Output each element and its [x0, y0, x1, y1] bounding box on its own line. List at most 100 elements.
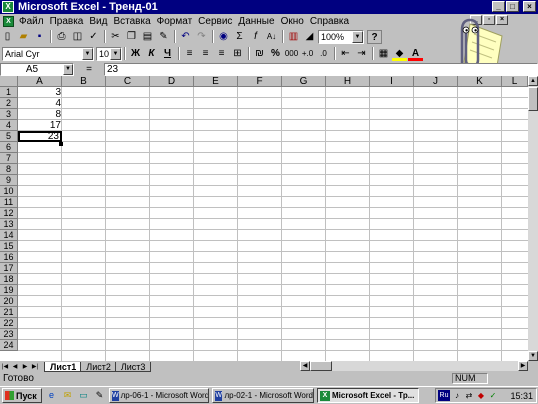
select-all-corner[interactable] [0, 76, 18, 87]
menu-insert[interactable]: Вставка [113, 16, 150, 27]
network-icon[interactable]: ⇄ [464, 391, 474, 401]
excel-app-icon[interactable]: X [2, 1, 14, 13]
sheet-tab-1[interactable]: Лист1 [44, 361, 83, 372]
menu-help[interactable]: Справка [310, 16, 349, 27]
internet-explorer-icon[interactable]: e [45, 389, 58, 402]
sheet-tab-3[interactable]: Лист3 [114, 361, 152, 372]
vertical-scroll-thumb[interactable] [528, 87, 538, 111]
underline-button[interactable]: Ч [160, 47, 175, 61]
paste-icon[interactable]: ▤ [140, 30, 155, 44]
row-header[interactable]: 4 [0, 120, 18, 131]
scroll-right-icon[interactable]: ▶ [518, 361, 528, 371]
save-icon[interactable]: ▪ [32, 30, 47, 44]
horizontal-scroll-thumb[interactable] [310, 361, 332, 371]
formula-input[interactable]: 23 [104, 62, 538, 76]
row-header[interactable]: 7 [0, 153, 18, 164]
column-header-l[interactable]: L [502, 76, 528, 87]
scroll-up-icon[interactable]: ▲ [528, 76, 538, 86]
row-header[interactable]: 16 [0, 252, 18, 263]
maximize-button[interactable]: □ [506, 1, 519, 12]
equals-sign[interactable]: = [74, 64, 104, 75]
task-word-1[interactable]: W лр-06-1 - Microsoft Word [109, 388, 209, 403]
row-header[interactable]: 10 [0, 186, 18, 197]
fill-color-icon[interactable]: ◆ [392, 47, 407, 61]
column-header-k[interactable]: K [458, 76, 502, 87]
column-header-c[interactable]: C [106, 76, 150, 87]
column-header-g[interactable]: G [282, 76, 326, 87]
row-header[interactable]: 9 [0, 175, 18, 186]
prev-sheet-icon[interactable]: ◀ [10, 362, 20, 372]
font-size-select[interactable]: 10 ▼ [96, 46, 122, 61]
vertical-scrollbar[interactable]: ▲ ▼ [528, 76, 538, 361]
task-word-2[interactable]: W лр-02-1 - Microsoft Word [212, 388, 314, 403]
title-bar[interactable]: X Microsoft Excel - Тренд-01 _ □ × [0, 0, 538, 14]
undo-icon[interactable]: ↶ [178, 30, 193, 44]
open-icon[interactable]: ▰ [16, 30, 31, 44]
task-excel[interactable]: X Microsoft Excel - Тр... [317, 388, 419, 403]
increase-indent-icon[interactable]: ⇥ [354, 47, 369, 61]
chevron-down-icon[interactable]: ▼ [82, 47, 93, 60]
row-header[interactable]: 14 [0, 230, 18, 241]
menu-tools[interactable]: Сервис [198, 16, 232, 27]
row-header[interactable]: 24 [0, 340, 18, 351]
print-icon[interactable]: ⎙ [54, 30, 69, 44]
align-left-icon[interactable]: ≡ [182, 47, 197, 61]
align-right-icon[interactable]: ≡ [214, 47, 229, 61]
hyperlink-icon[interactable]: ◉ [216, 30, 231, 44]
sort-ascending-icon[interactable]: A↓ [264, 30, 279, 44]
column-header-b[interactable]: B [62, 76, 106, 87]
row-header[interactable]: 8 [0, 164, 18, 175]
chevron-down-icon[interactable]: ▼ [63, 63, 73, 75]
font-color-icon[interactable]: A [408, 47, 423, 61]
column-header-a[interactable]: A [18, 76, 62, 87]
name-box[interactable]: A5 ▼ [0, 62, 74, 76]
format-painter-icon[interactable]: ✎ [156, 30, 171, 44]
font-select[interactable]: Arial Cyr ▼ [2, 46, 94, 61]
column-header-f[interactable]: F [238, 76, 282, 87]
increase-decimal-icon[interactable]: +.0 [300, 47, 315, 61]
menu-format[interactable]: Формат [157, 16, 193, 27]
row-header[interactable]: 20 [0, 296, 18, 307]
row-header[interactable]: 11 [0, 197, 18, 208]
cell-a2[interactable]: 4 [18, 98, 62, 109]
decrease-decimal-icon[interactable]: .0 [316, 47, 331, 61]
help-icon[interactable]: ? [367, 29, 382, 44]
menu-data[interactable]: Данные [238, 16, 274, 27]
scroll-left-icon[interactable]: ◀ [300, 361, 310, 371]
decrease-indent-icon[interactable]: ⇤ [338, 47, 353, 61]
row-header[interactable]: 15 [0, 241, 18, 252]
column-header-i[interactable]: I [370, 76, 414, 87]
redo-icon[interactable]: ↷ [194, 30, 209, 44]
workbook-icon[interactable]: X [3, 15, 14, 27]
menu-window[interactable]: Окно [281, 16, 304, 27]
next-sheet-icon[interactable]: ▶ [20, 362, 30, 372]
horizontal-scrollbar[interactable]: ◀ ▶ [300, 361, 528, 371]
italic-button[interactable]: К [144, 47, 159, 61]
fill-handle[interactable] [59, 142, 63, 146]
row-header[interactable]: 6 [0, 142, 18, 153]
antivirus-icon[interactable]: ◆ [476, 391, 486, 401]
outlook-icon[interactable]: ✉ [61, 389, 74, 402]
last-sheet-icon[interactable]: ▶| [30, 362, 40, 372]
row-header[interactable]: 3 [0, 109, 18, 120]
spelling-icon[interactable]: ✓ [86, 30, 101, 44]
thousands-button[interactable]: 000 [284, 47, 299, 61]
row-header[interactable]: 19 [0, 285, 18, 296]
volume-icon[interactable]: ♪ [452, 391, 462, 401]
cut-icon[interactable]: ✂ [108, 30, 123, 44]
row-header[interactable]: 5 [0, 131, 18, 142]
scroll-down-icon[interactable]: ▼ [528, 351, 538, 361]
minimize-button[interactable]: _ [492, 1, 505, 12]
column-header-e[interactable]: E [194, 76, 238, 87]
close-button[interactable]: × [523, 1, 536, 12]
worksheet-grid[interactable]: A B C D E F G H I J K L 1 2 3 4 5 6 7 8 … [0, 76, 528, 361]
column-header-j[interactable]: J [414, 76, 458, 87]
function-icon[interactable]: f [248, 30, 263, 44]
row-header[interactable]: 23 [0, 329, 18, 340]
menu-file[interactable]: Файл [19, 16, 44, 27]
column-header-d[interactable]: D [150, 76, 194, 87]
row-header[interactable]: 21 [0, 307, 18, 318]
cell-a4[interactable]: 17 [18, 120, 62, 131]
column-header-h[interactable]: H [326, 76, 370, 87]
autosum-icon[interactable]: Σ [232, 30, 247, 44]
